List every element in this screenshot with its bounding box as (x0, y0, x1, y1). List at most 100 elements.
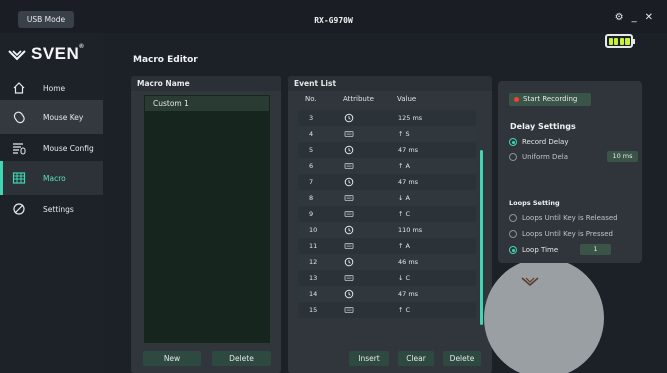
record-delay-option[interactable]: Record Delay (509, 137, 568, 147)
event-value: ↓ C (398, 274, 411, 282)
radio-checked-icon[interactable] (509, 246, 517, 254)
column-header-no: No. (305, 95, 317, 103)
table-row[interactable]: 4 ↑ S (298, 126, 476, 142)
event-value: ↑ A (398, 162, 410, 170)
list-item[interactable]: Custom 1 (145, 96, 269, 111)
loop-time-input[interactable]: 1 (580, 244, 611, 255)
column-header-value: Value (397, 95, 417, 103)
table-row[interactable]: 5 47 ms (298, 142, 476, 158)
table-row[interactable]: 9 ↑ C (298, 206, 476, 222)
record-dot-icon (514, 97, 519, 102)
macro-item-label: Custom 1 (153, 99, 189, 108)
radio-label: Record Delay (522, 138, 569, 146)
event-value: 46 ms (398, 258, 419, 266)
sidebar-item-macro[interactable]: Macro (0, 161, 103, 195)
radio-unchecked-icon[interactable] (509, 230, 517, 238)
loop-time-option[interactable]: Loop Time (509, 245, 558, 255)
keyboard-icon (344, 211, 354, 217)
event-number: 10 (309, 226, 318, 234)
delete-macro-button[interactable]: Delete (212, 351, 271, 366)
insert-button[interactable]: Insert (349, 351, 389, 366)
loop-until-released-option[interactable]: Loops Until Key is Released (509, 213, 618, 223)
table-row[interactable]: 13 ↓ C (298, 270, 476, 286)
sidebar-item-label: Settings (43, 204, 74, 214)
delay-settings-title: Delay Settings (510, 122, 576, 131)
event-value: 47 ms (398, 178, 419, 186)
mouse-preview-disc (484, 258, 604, 373)
keyboard-icon (344, 163, 354, 169)
clock-icon (344, 177, 354, 187)
event-value: 47 ms (398, 290, 419, 298)
event-value: ↑ A (398, 242, 410, 250)
clock-icon (344, 289, 354, 299)
table-row[interactable]: 14 47 ms (298, 286, 476, 302)
loops-setting-title: Loops Setting (509, 199, 560, 207)
uniform-delay-option[interactable]: Uniform Dela (509, 152, 568, 162)
table-row[interactable]: 10 110 ms (298, 222, 476, 238)
device-title: RX-G970W (314, 16, 353, 25)
brand-logo: SVEN® (7, 44, 84, 64)
keyboard-icon (344, 195, 354, 201)
sidebar-item-label: Mouse Key (43, 112, 84, 122)
brand-name: SVEN® (31, 44, 85, 63)
event-number: 3 (309, 114, 314, 122)
keyboard-icon (344, 243, 354, 249)
event-number: 14 (309, 290, 318, 298)
event-number: 8 (309, 194, 314, 202)
table-row[interactable]: 12 46 ms (298, 254, 476, 270)
sidebar-item-mouse-config[interactable]: Mouse Config (0, 131, 103, 165)
gear-icon[interactable]: ⚙ (615, 13, 624, 23)
radio-checked-icon[interactable] (509, 138, 517, 146)
title-bar: USB Mode RX-G970W ⚙ _ ✕ (0, 0, 667, 33)
table-row[interactable]: 6 ↑ A (298, 158, 476, 174)
event-value: 125 ms (398, 114, 423, 122)
table-row[interactable]: 8 ↓ A (298, 190, 476, 206)
sidebar-item-settings[interactable]: Settings (0, 192, 103, 226)
clock-icon (344, 145, 354, 155)
delete-event-button[interactable]: Delete (443, 351, 481, 366)
radio-label: Uniform Dela (522, 153, 568, 161)
radio-label: Loops Until Key is Released (522, 214, 618, 222)
loop-until-pressed-option[interactable]: Loops Until Key is Pressed (509, 229, 613, 239)
panel-header: Macro Name (131, 76, 281, 91)
active-indicator (0, 161, 3, 195)
clock-icon (344, 113, 354, 123)
macro-list[interactable]: Custom 1 (143, 94, 271, 344)
clock-icon (344, 257, 354, 267)
event-value: ↑ C (398, 306, 411, 314)
close-icon[interactable]: ✕ (645, 13, 653, 23)
table-row[interactable]: 15 ↑ C (298, 302, 476, 318)
event-value: 110 ms (398, 226, 423, 234)
table-row[interactable]: 3 125 ms (298, 110, 476, 126)
keyboard-icon (344, 275, 354, 281)
panel-title: Event List (294, 79, 337, 88)
event-number: 15 (309, 306, 318, 314)
radio-label: Loops Until Key is Pressed (522, 230, 613, 238)
sidebar-item-label: Macro (43, 173, 66, 183)
sidebar-item-label: Home (43, 83, 66, 93)
event-list-scrollbar[interactable] (480, 150, 483, 325)
sidebar-item-label: Mouse Config (43, 143, 94, 153)
event-value: ↑ C (398, 210, 411, 218)
mouse-key-icon (13, 111, 25, 124)
event-number: 13 (309, 274, 318, 282)
table-row[interactable]: 7 47 ms (298, 174, 476, 190)
page-title: Macro Editor (133, 55, 198, 65)
new-macro-button[interactable]: New (143, 351, 201, 366)
start-recording-button[interactable]: Start Recording (509, 93, 591, 106)
radio-unchecked-icon[interactable] (509, 214, 517, 222)
sidebar-item-mouse-key[interactable]: Mouse Key (0, 100, 103, 134)
panel-header: Event List (288, 76, 492, 91)
table-row[interactable]: 11 ↑ A (298, 238, 476, 254)
uniform-delay-input[interactable]: 10 ms (607, 151, 638, 162)
event-number: 4 (309, 130, 314, 138)
home-icon (13, 82, 25, 94)
clock-icon (344, 225, 354, 235)
sven-logo-icon (521, 277, 539, 286)
event-value: 47 ms (398, 146, 419, 154)
minimize-icon[interactable]: _ (632, 13, 637, 23)
radio-unchecked-icon[interactable] (509, 153, 517, 161)
start-recording-label: Start Recording (523, 95, 578, 103)
clear-button[interactable]: Clear (398, 351, 434, 366)
panel-title: Macro Name (137, 79, 190, 88)
